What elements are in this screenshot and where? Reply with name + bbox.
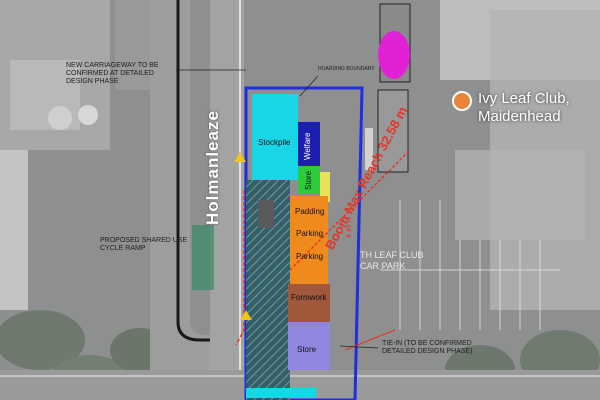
poi-name-line1: Ivy Leaf Club, xyxy=(478,90,570,107)
note-hoarding: HOARDING BOUNDARY xyxy=(318,66,375,72)
note-tie-in: TIE-IN (TO BE CONFIRMED DETAILED DESIGN … xyxy=(382,340,473,355)
car-park-label: TH LEAF CLUB CAR PARK xyxy=(360,250,424,271)
road-name-label: Holmanleaze xyxy=(203,110,222,225)
zone-label-parking-2: Parking xyxy=(296,252,324,261)
cyan-strip xyxy=(246,388,316,398)
zone-label-padding: Padding xyxy=(295,207,325,216)
parking-zone-2 xyxy=(290,264,328,284)
poi-pin-icon[interactable] xyxy=(452,91,472,111)
crane-base xyxy=(258,200,274,228)
cycle-ramp xyxy=(192,225,214,290)
crane-vehicle-outline xyxy=(378,31,410,79)
map-canvas xyxy=(0,0,600,400)
zone-label-formwork: Formwork xyxy=(291,293,327,302)
zone-label-welfare: Welfare xyxy=(303,132,312,160)
building-left-tall xyxy=(0,150,28,310)
zone-label-store: Store xyxy=(304,170,313,190)
zone-label-store-2: Store xyxy=(297,345,317,354)
note-cycle-ramp: PROPOSED SHARED USE CYCLE RAMP xyxy=(100,237,188,252)
site-plan-map: Ivy Leaf Club, Maidenhead Holmanleaze St… xyxy=(0,0,600,400)
poi-name-line2: Maidenhead xyxy=(478,108,561,125)
poi-label[interactable]: Ivy Leaf Club, Maidenhead xyxy=(478,90,570,126)
zone-label-stockpile: Stockpile xyxy=(258,138,291,147)
zone-label-parking-1: Parking xyxy=(296,229,324,238)
stockpile-zone xyxy=(252,94,298,180)
note-carriageway: NEW CARRIAGEWAY TO BE CONFIRMED AT DETAI… xyxy=(66,62,159,85)
formwork-zone xyxy=(288,284,330,322)
dimension-label: 4.49 m xyxy=(346,216,353,238)
